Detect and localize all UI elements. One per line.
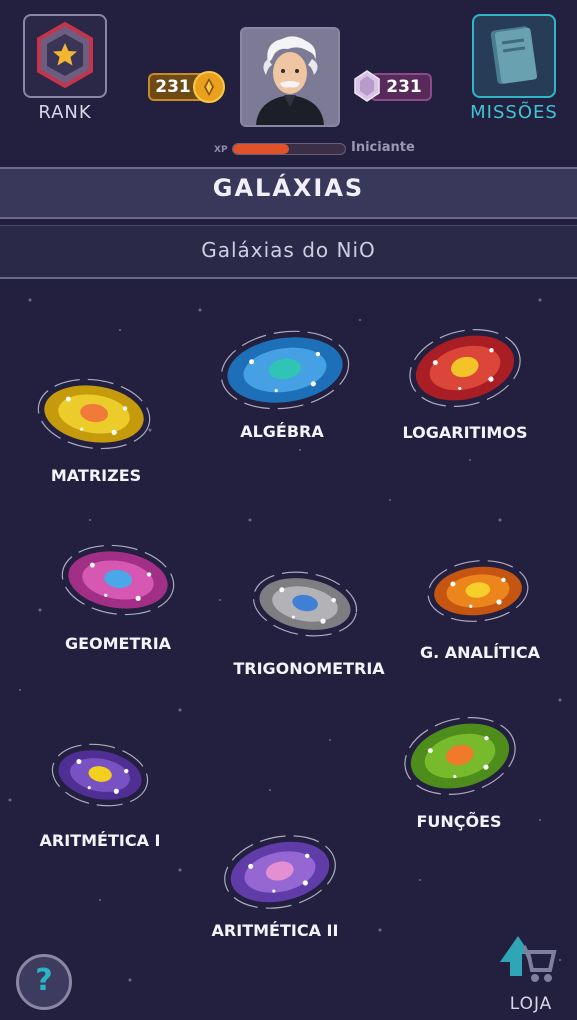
page-subtitle: Galáxias do NiO (201, 238, 376, 262)
einstein-avatar-icon (242, 29, 338, 125)
galaxy-label[interactable]: TRIGONOMETRIA (229, 659, 389, 678)
level-name: Iniciante (351, 140, 415, 155)
rank-badge-icon (37, 21, 93, 89)
xp-progress-bar (232, 143, 346, 155)
galaxy-label[interactable]: G. ANALÍTICA (400, 643, 560, 662)
galaxy-button[interactable] (46, 729, 154, 821)
missions-button[interactable] (472, 14, 556, 98)
xp-label: XP (214, 145, 228, 155)
galaxy-button[interactable] (56, 530, 180, 630)
galaxy-green-icon (404, 717, 516, 795)
xp-progress-fill (233, 144, 289, 154)
shop-label: LOJA (509, 994, 553, 1014)
galaxy-button[interactable] (398, 703, 522, 809)
player-avatar[interactable] (240, 27, 340, 127)
galaxy-label[interactable]: MATRIZES (16, 466, 176, 485)
galaxy-orange-icon (427, 560, 529, 622)
help-button[interactable]: ? (16, 954, 72, 1010)
galaxy-label[interactable]: GEOMETRIA (38, 634, 198, 653)
gem-value: 231 (386, 77, 422, 97)
page-title: GALÁXIAS (212, 174, 365, 202)
galaxy-label[interactable]: LOGARITIMOS (385, 423, 545, 442)
galaxy-violet-icon (224, 835, 336, 909)
galaxy-purple-icon (51, 743, 149, 807)
coin-value: 231 (155, 77, 191, 97)
galaxy-button[interactable] (422, 545, 534, 637)
galaxy-button[interactable] (215, 316, 355, 424)
galaxy-gray-icon (252, 571, 358, 637)
missions-label: MISSÕES (470, 102, 558, 123)
galaxy-red-icon (409, 329, 521, 407)
galaxy-button[interactable] (218, 821, 342, 923)
galaxy-label[interactable]: ARITMÉTICA II (195, 921, 355, 940)
galaxy-yellow-icon (37, 378, 151, 450)
galaxy-button[interactable] (32, 364, 156, 464)
shop-cart-icon[interactable] (490, 926, 560, 990)
galaxy-button[interactable] (247, 557, 363, 651)
book-icon (490, 26, 538, 85)
galaxy-button[interactable] (403, 315, 527, 421)
galaxy-label[interactable]: FUNÇÕES (379, 812, 539, 831)
galaxy-pink-icon (61, 544, 175, 616)
coin-icon (193, 71, 225, 103)
galaxy-blue-icon (220, 330, 350, 410)
gem-icon (354, 70, 380, 102)
rank-button[interactable] (23, 14, 107, 98)
rank-label: RANK (38, 102, 92, 123)
galaxy-label[interactable]: ALGÉBRA (202, 422, 362, 441)
galaxy-label[interactable]: ARITMÉTICA I (20, 831, 180, 850)
top-bar: RANK 231 231 MISSÕES XP Iniciante (0, 0, 577, 166)
